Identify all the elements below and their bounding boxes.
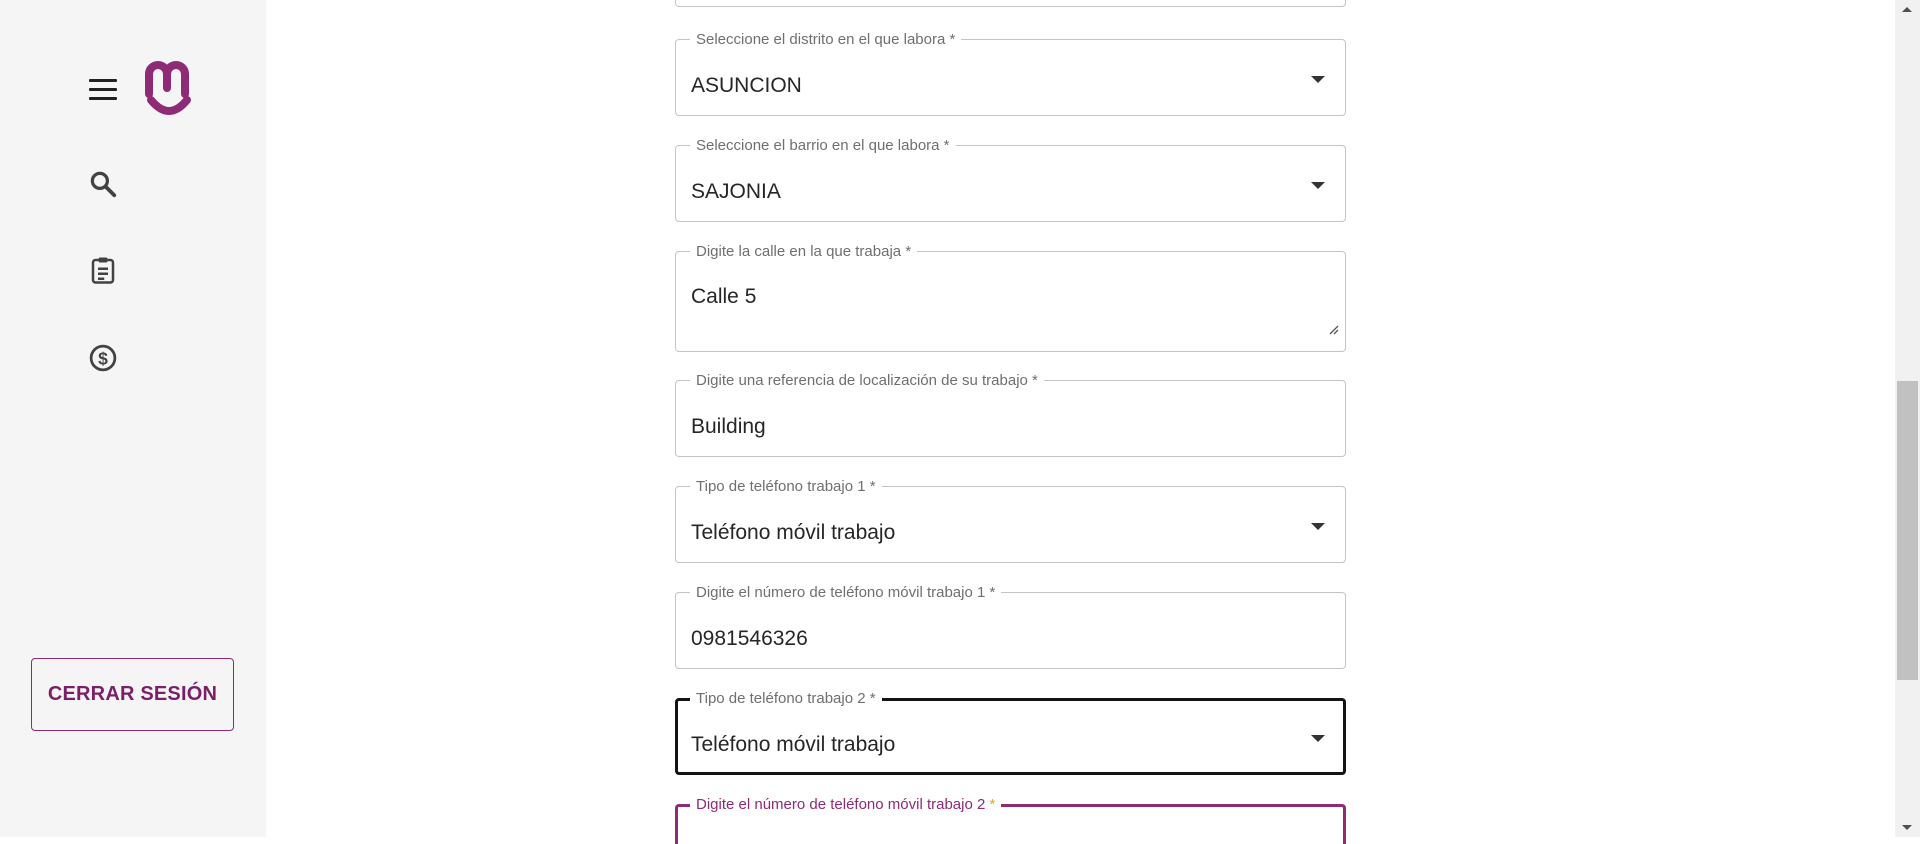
phone-type-2-value: Teléfono móvil trabajo bbox=[691, 733, 896, 756]
previous-field[interactable] bbox=[675, 0, 1346, 7]
scrollbar-thumb[interactable] bbox=[1897, 381, 1918, 680]
phone-number-2-input[interactable]: Digite el número de teléfono móvil traba… bbox=[675, 796, 1346, 844]
district-value: ASUNCION bbox=[691, 74, 802, 97]
svg-text:$: $ bbox=[98, 348, 108, 368]
neighborhood-value: SAJONIA bbox=[691, 180, 781, 203]
scroll-up-arrow-icon[interactable] bbox=[1902, 7, 1912, 12]
chevron-down-icon[interactable] bbox=[1311, 735, 1325, 742]
neighborhood-label: Seleccione el barrio en el que labora * bbox=[690, 137, 956, 155]
phone-type-1-select[interactable]: Tipo de teléfono trabajo 1 * Teléfono mó… bbox=[675, 478, 1346, 563]
street-value: Calle 5 bbox=[691, 285, 757, 308]
phone-number-1-label: Digite el número de teléfono móvil traba… bbox=[690, 584, 1002, 602]
location-reference-label: Digite una referencia de localización de… bbox=[690, 372, 1044, 390]
district-label: Seleccione el distrito en el que labora … bbox=[690, 31, 962, 49]
phone-type-1-value: Teléfono móvil trabajo bbox=[691, 521, 896, 544]
location-reference-value: Building bbox=[691, 415, 766, 438]
phone-type-1-label: Tipo de teléfono trabajo 1 * bbox=[690, 478, 882, 496]
phone-type-2-label: Tipo de teléfono trabajo 2 * bbox=[690, 690, 882, 708]
phone-number-1-value: 0981546326 bbox=[691, 627, 808, 650]
neighborhood-select[interactable]: Seleccione el barrio en el que labora * … bbox=[675, 137, 1346, 222]
phone-type-2-select[interactable]: Tipo de teléfono trabajo 2 * Teléfono mó… bbox=[675, 690, 1346, 775]
district-select[interactable]: Seleccione el distrito en el que labora … bbox=[675, 31, 1346, 116]
logout-button[interactable]: CERRAR SESIÓN bbox=[31, 658, 234, 731]
street-textarea[interactable]: Digite la calle en la que trabaja * Call… bbox=[675, 243, 1346, 352]
search-icon[interactable] bbox=[88, 169, 118, 199]
phone-number-1-input[interactable]: Digite el número de teléfono móvil traba… bbox=[675, 584, 1346, 669]
chevron-down-icon[interactable] bbox=[1311, 523, 1325, 530]
scroll-down-arrow-icon[interactable] bbox=[1902, 825, 1912, 830]
clipboard-icon[interactable] bbox=[88, 255, 118, 285]
chevron-down-icon[interactable] bbox=[1311, 182, 1325, 189]
resize-handle-icon[interactable] bbox=[1327, 323, 1339, 335]
location-reference-input[interactable]: Digite una referencia de localización de… bbox=[675, 372, 1346, 457]
dollar-coin-icon[interactable]: $ bbox=[88, 343, 118, 373]
hamburger-menu-icon[interactable] bbox=[89, 79, 117, 101]
street-label: Digite la calle en la que trabaja * bbox=[690, 243, 918, 261]
phone-number-2-label: Digite el número de teléfono móvil traba… bbox=[690, 796, 1002, 814]
m-smile-logo bbox=[145, 61, 191, 115]
sidebar: $ CERRAR SESIÓN bbox=[0, 0, 266, 837]
chevron-down-icon[interactable] bbox=[1311, 76, 1325, 83]
